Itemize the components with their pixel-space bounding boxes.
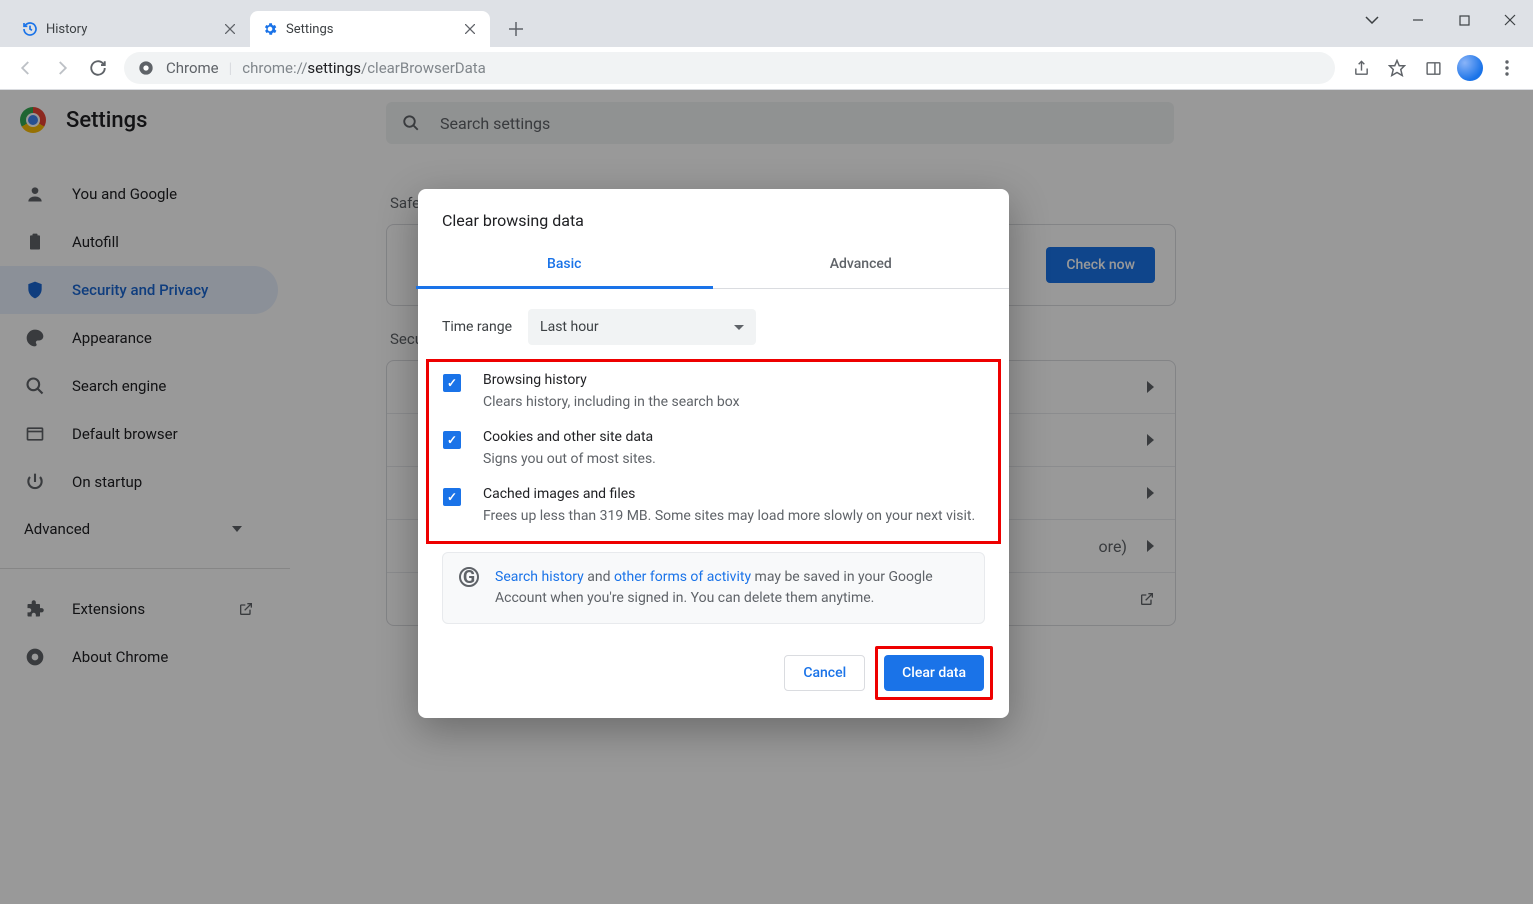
url-strong: settings — [307, 59, 361, 77]
gear-icon — [262, 21, 278, 37]
close-window-button[interactable] — [1487, 0, 1533, 40]
url-suffix: /clearBrowserData — [361, 59, 486, 77]
close-icon[interactable] — [222, 21, 238, 37]
info-box: G Search history and other forms of acti… — [442, 552, 985, 624]
checkbox-row-browsing-history[interactable]: ✓ Browsing history Clears history, inclu… — [439, 368, 988, 421]
tab-settings[interactable]: Settings — [250, 11, 490, 47]
address-bar[interactable]: Chrome | chrome://settings/clearBrowserD… — [124, 52, 1335, 84]
checkbox-title: Browsing history — [483, 372, 740, 388]
time-range-label: Time range — [442, 319, 512, 335]
bookmark-button[interactable] — [1381, 52, 1413, 84]
checkbox-checked-icon[interactable]: ✓ — [443, 374, 461, 392]
google-icon: G — [459, 567, 479, 587]
dialog-tabs: Basic Advanced — [416, 242, 1009, 289]
history-icon — [22, 21, 38, 37]
tab-search-button[interactable] — [1349, 0, 1395, 40]
checkbox-title: Cached images and files — [483, 486, 975, 502]
dialog-actions: Cancel Clear data — [418, 640, 1009, 706]
minimize-button[interactable] — [1395, 0, 1441, 40]
tab-title: Settings — [286, 22, 333, 37]
checkbox-desc: Frees up less than 319 MB. Some sites ma… — [483, 506, 975, 527]
window-controls — [1349, 0, 1533, 40]
dialog-title: Clear browsing data — [418, 189, 1009, 242]
omnibox-label: Chrome — [166, 59, 219, 77]
tab-title: History — [46, 22, 87, 37]
time-range-value: Last hour — [540, 319, 599, 335]
checkbox-row-cached[interactable]: ✓ Cached images and files Frees up less … — [439, 478, 988, 535]
clear-data-highlight-box: Clear data — [875, 646, 993, 700]
checkbox-checked-icon[interactable]: ✓ — [443, 488, 461, 506]
back-button[interactable] — [10, 52, 42, 84]
checkbox-desc: Signs you out of most sites. — [483, 449, 656, 470]
checkbox-checked-icon[interactable]: ✓ — [443, 431, 461, 449]
time-range-row: Time range Last hour — [418, 289, 1009, 355]
menu-button[interactable] — [1491, 52, 1523, 84]
tab-basic[interactable]: Basic — [416, 242, 713, 289]
sidepanel-button[interactable] — [1417, 52, 1449, 84]
url-prefix: chrome:// — [242, 59, 307, 77]
chrome-icon — [138, 60, 154, 76]
browser-chrome: History Settings — [0, 0, 1533, 90]
cancel-button[interactable]: Cancel — [784, 655, 865, 691]
chevron-down-icon — [734, 325, 744, 330]
other-activity-link[interactable]: other forms of activity — [614, 569, 751, 585]
share-button[interactable] — [1345, 52, 1377, 84]
checkbox-title: Cookies and other site data — [483, 429, 656, 445]
time-range-dropdown[interactable]: Last hour — [528, 309, 756, 345]
reload-button[interactable] — [82, 52, 114, 84]
clear-data-button[interactable]: Clear data — [884, 655, 984, 691]
profile-avatar[interactable] — [1457, 55, 1483, 81]
maximize-button[interactable] — [1441, 0, 1487, 40]
tab-strip: History Settings — [0, 0, 1533, 47]
tab-advanced[interactable]: Advanced — [713, 242, 1010, 288]
checkbox-desc: Clears history, including in the search … — [483, 392, 740, 413]
checkbox-row-cookies[interactable]: ✓ Cookies and other site data Signs you … — [439, 421, 988, 478]
close-icon[interactable] — [462, 21, 478, 37]
forward-button[interactable] — [46, 52, 78, 84]
search-history-link[interactable]: Search history — [495, 569, 584, 585]
checkbox-highlight-box: ✓ Browsing history Clears history, inclu… — [426, 359, 1001, 544]
tab-history[interactable]: History — [10, 11, 250, 47]
toolbar: Chrome | chrome://settings/clearBrowserD… — [0, 47, 1533, 90]
clear-browsing-data-dialog: Clear browsing data Basic Advanced Time … — [418, 189, 1009, 718]
new-tab-button[interactable] — [502, 15, 530, 43]
